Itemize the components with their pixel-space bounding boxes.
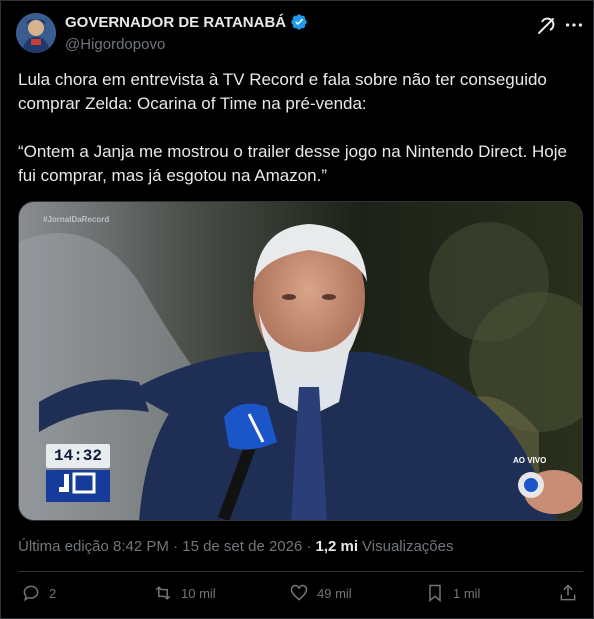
media-watermark: #JornalDaRecord [43, 215, 110, 224]
action-bar: 2 10 mil 49 mil 1 mil [1, 583, 594, 613]
post-meta: Última edição 8:42 PM · 15 de set de 202… [18, 538, 453, 555]
divider [18, 571, 583, 572]
post-text: Lula chora em entrevista à TV Record e f… [18, 70, 567, 185]
like-icon [290, 584, 308, 601]
views-label: Visualizações [362, 538, 454, 555]
repost-button[interactable]: 10 mil [153, 583, 216, 603]
like-count: 49 mil [317, 585, 352, 601]
reply-icon [23, 585, 39, 602]
author-handle[interactable]: @Higordopovo [65, 36, 165, 53]
edit-timestamp[interactable]: Última edição 8:42 PM · 15 de set de 202… [18, 538, 312, 555]
repost-count: 10 mil [181, 585, 216, 601]
broadcast-clock: 14:32 [46, 444, 110, 468]
interview-image [19, 202, 582, 520]
bookmark-icon [429, 584, 441, 603]
like-button[interactable]: 49 mil [289, 583, 352, 603]
repost-icon [155, 586, 171, 600]
share-icon [560, 584, 576, 601]
bookmark-button[interactable]: 1 mil [425, 583, 480, 603]
bookmark-count: 1 mil [453, 585, 481, 601]
grok-icon[interactable] [534, 14, 558, 38]
post-media[interactable]: #JornalDaRecord 14:32 AO VIVO [18, 201, 583, 521]
share-button[interactable] [558, 583, 578, 603]
avatar[interactable] [16, 13, 56, 53]
post-card: GOVERNADOR DE RATANABÁ @Higordopovo Lula… [0, 0, 594, 619]
verified-badge-icon [291, 14, 307, 30]
live-label: AO VIVO [513, 456, 547, 465]
reply-button[interactable]: 2 [21, 583, 56, 603]
reply-count: 2 [49, 585, 57, 601]
more-icon[interactable] [563, 14, 585, 36]
author-display-name[interactable]: GOVERNADOR DE RATANABÁ [65, 14, 286, 31]
views-count: 1,2 mi [315, 538, 359, 555]
